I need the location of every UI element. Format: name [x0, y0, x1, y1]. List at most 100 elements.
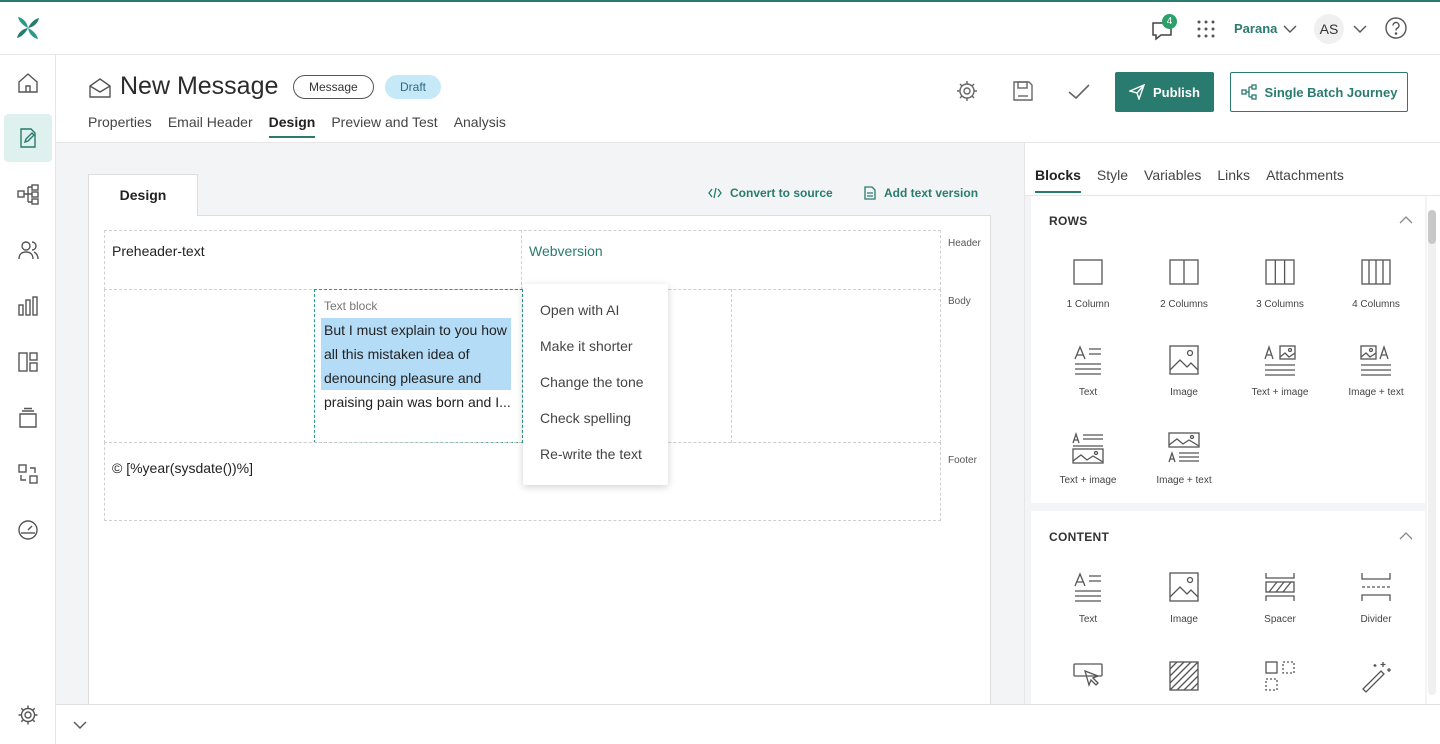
sidebar-item-analytics[interactable]: [4, 282, 52, 330]
text-line: praising pain was born and I...: [324, 394, 511, 410]
chevron-up-icon[interactable]: [1399, 529, 1413, 543]
blocks-panel: Blocks Style Variables Links Attachments…: [1024, 143, 1440, 704]
content-section-title: CONTENT: [1049, 530, 1110, 544]
button-click-icon: [1073, 663, 1103, 688]
edit-document-icon: [20, 128, 36, 148]
block-label: 1 Column: [1066, 299, 1110, 310]
block-content-text[interactable]: Text: [1040, 570, 1136, 625]
sidebar-item-templates[interactable]: [4, 338, 52, 386]
block-content-pattern[interactable]: [1136, 659, 1232, 693]
sidebar-item-integrations[interactable]: [4, 450, 52, 498]
sidebar-item-contacts[interactable]: [4, 226, 52, 274]
block-content-image[interactable]: Image: [1136, 570, 1232, 625]
sidebar-item-dashboard[interactable]: [4, 506, 52, 554]
tab-preview-and-test[interactable]: Preview and Test: [331, 114, 437, 138]
block-label: Image: [1170, 387, 1198, 398]
four-columns-icon: [1361, 259, 1391, 285]
block-row-image-text-2[interactable]: Image + text: [1136, 431, 1232, 486]
block-row-text-image-2[interactable]: Text + image: [1040, 431, 1136, 486]
magic-wand-icon: [1362, 662, 1391, 693]
tab-style[interactable]: Style: [1097, 167, 1128, 193]
image-text-stacked-icon: [1168, 432, 1200, 463]
send-icon: [1129, 84, 1146, 100]
block-1-column[interactable]: 1 Column: [1040, 255, 1136, 310]
block-content-ai[interactable]: [1328, 659, 1424, 693]
check-icon[interactable]: [1067, 79, 1091, 103]
block-row-image-text[interactable]: Image + text: [1328, 343, 1424, 398]
tab-blocks[interactable]: Blocks: [1035, 167, 1081, 193]
settings-icon[interactable]: [955, 79, 979, 103]
text-line: all this mistaken idea of: [321, 342, 511, 366]
message-type-badge: Message: [293, 75, 374, 99]
chevron-down-icon[interactable]: [73, 718, 87, 732]
chevron-up-icon[interactable]: [1399, 213, 1413, 227]
sidebar-item-journeys[interactable]: [4, 170, 52, 218]
avatar[interactable]: AS: [1314, 14, 1344, 44]
add-text-version-link[interactable]: Add text version: [864, 186, 978, 200]
block-row-image[interactable]: Image: [1136, 343, 1232, 398]
block-content-spacer[interactable]: Spacer: [1232, 570, 1328, 625]
top-bar: 4 Parana AS: [0, 2, 1440, 55]
app-logo[interactable]: [16, 16, 40, 40]
block-2-columns[interactable]: 2 Columns: [1136, 255, 1232, 310]
block-row-text[interactable]: Text: [1040, 343, 1136, 398]
tab-design[interactable]: Design: [268, 114, 316, 138]
webversion-link[interactable]: Webversion: [529, 243, 603, 259]
text-block[interactable]: Text block But I must explain to you how…: [314, 289, 523, 443]
header-row-divider: [521, 230, 522, 290]
home-icon: [18, 73, 38, 93]
header-row[interactable]: [104, 230, 941, 290]
save-icon[interactable]: [1011, 79, 1035, 103]
add-text-label: Add text version: [884, 186, 979, 200]
sidebar-item-messages[interactable]: [4, 114, 52, 162]
menu-item-check-spelling[interactable]: Check spelling: [540, 410, 631, 426]
sidebar-item-settings[interactable]: [4, 691, 52, 739]
content-section: CONTENT Text Image Spacer Divider: [1031, 511, 1425, 704]
org-selector[interactable]: Parana: [1234, 21, 1277, 36]
left-sidebar: [0, 55, 56, 744]
text-line: denouncing pleasure and: [321, 366, 511, 390]
panel-tabs: Blocks Style Variables Links Attachments: [1035, 167, 1360, 193]
apps-grid-icon[interactable]: [1196, 19, 1216, 39]
tab-attachments[interactable]: Attachments: [1266, 167, 1344, 193]
block-4-columns[interactable]: 4 Columns: [1328, 255, 1424, 310]
chevron-down-icon[interactable]: [1283, 22, 1297, 36]
menu-item-change-tone[interactable]: Change the tone: [540, 374, 644, 390]
preheader-text[interactable]: Preheader-text: [112, 243, 205, 259]
scrollbar-thumb[interactable]: [1428, 210, 1436, 244]
sidebar-item-assets[interactable]: [4, 394, 52, 442]
block-content-divider[interactable]: Divider: [1328, 570, 1424, 625]
tab-analysis[interactable]: Analysis: [454, 114, 506, 138]
menu-item-open-with-ai[interactable]: Open with AI: [540, 302, 619, 318]
menu-item-rewrite-text[interactable]: Re-write the text: [540, 446, 642, 462]
publish-button[interactable]: Publish: [1115, 72, 1214, 112]
page-title: New Message: [120, 72, 279, 100]
block-label: Text + image: [1059, 475, 1117, 486]
document-icon: [864, 186, 876, 200]
single-batch-journey-button[interactable]: Single Batch Journey: [1230, 72, 1408, 112]
text-block-content[interactable]: But I must explain to you how all this m…: [321, 318, 511, 414]
divider-icon: [1361, 573, 1391, 601]
sidebar-item-home[interactable]: [4, 59, 52, 107]
block-label: Image: [1170, 614, 1198, 625]
bottom-bar: [56, 704, 1440, 744]
tab-design-canvas[interactable]: Design: [88, 174, 198, 216]
menu-item-make-shorter[interactable]: Make it shorter: [540, 338, 633, 354]
panel-scrollbar[interactable]: [1428, 210, 1436, 695]
chevron-down-icon[interactable]: [1353, 22, 1367, 36]
block-label: Spacer: [1264, 614, 1296, 625]
block-content-social[interactable]: [1232, 659, 1328, 693]
tab-links[interactable]: Links: [1217, 167, 1250, 193]
help-icon[interactable]: [1385, 17, 1407, 39]
block-row-text-image[interactable]: Text + image: [1232, 343, 1328, 398]
users-icon: [18, 241, 39, 260]
text-image-icon: [1264, 344, 1296, 376]
convert-to-source-link[interactable]: Convert to source: [708, 186, 833, 200]
tab-properties[interactable]: Properties: [88, 114, 152, 138]
header-row-label: Header: [948, 238, 981, 249]
footer-text[interactable]: © [%year(sysdate())%]: [112, 460, 253, 476]
block-content-button[interactable]: [1040, 659, 1136, 693]
tab-variables[interactable]: Variables: [1144, 167, 1201, 193]
block-3-columns[interactable]: 3 Columns: [1232, 255, 1328, 310]
tab-email-header[interactable]: Email Header: [168, 114, 253, 138]
